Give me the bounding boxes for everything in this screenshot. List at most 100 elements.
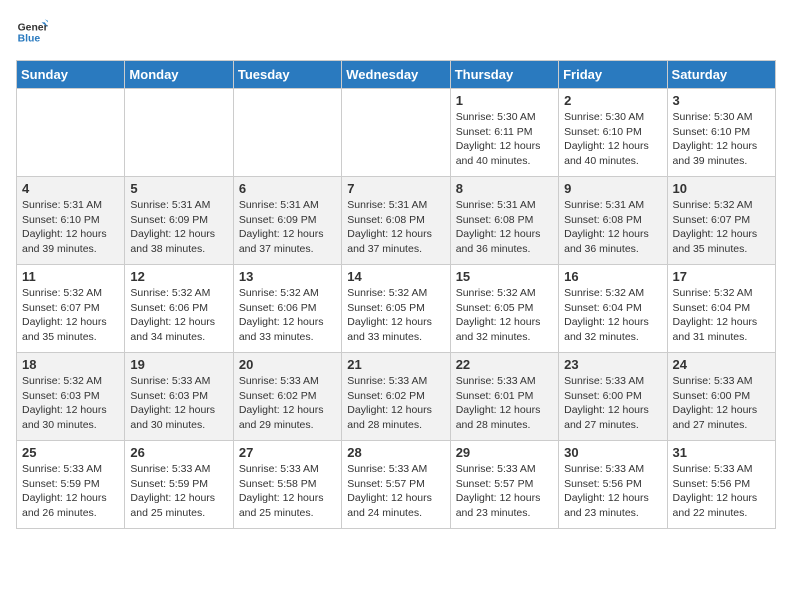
day-number: 8 xyxy=(456,181,553,196)
calendar-cell: 31 Sunrise: 5:33 AM Sunset: 5:56 PM Dayli… xyxy=(667,441,775,529)
day-number: 19 xyxy=(130,357,227,372)
cell-content: Sunrise: 5:32 AM Sunset: 6:04 PM Dayligh… xyxy=(673,286,770,345)
calendar-cell: 18 Sunrise: 5:32 AM Sunset: 6:03 PM Dayli… xyxy=(17,353,125,441)
calendar-cell: 21 Sunrise: 5:33 AM Sunset: 6:02 PM Dayli… xyxy=(342,353,450,441)
weekday-header: Monday xyxy=(125,61,233,89)
day-number: 17 xyxy=(673,269,770,284)
page-header: General Blue xyxy=(16,16,776,48)
day-number: 21 xyxy=(347,357,444,372)
calendar-cell: 15 Sunrise: 5:32 AM Sunset: 6:05 PM Dayli… xyxy=(450,265,558,353)
calendar-week-row: 11 Sunrise: 5:32 AM Sunset: 6:07 PM Dayli… xyxy=(17,265,776,353)
calendar-cell xyxy=(125,89,233,177)
calendar-cell: 11 Sunrise: 5:32 AM Sunset: 6:07 PM Dayli… xyxy=(17,265,125,353)
calendar-table: SundayMondayTuesdayWednesdayThursdayFrid… xyxy=(16,60,776,529)
calendar-cell xyxy=(233,89,341,177)
day-number: 10 xyxy=(673,181,770,196)
calendar-cell: 1 Sunrise: 5:30 AM Sunset: 6:11 PM Daylig… xyxy=(450,89,558,177)
day-number: 30 xyxy=(564,445,661,460)
day-number: 13 xyxy=(239,269,336,284)
calendar-cell: 8 Sunrise: 5:31 AM Sunset: 6:08 PM Daylig… xyxy=(450,177,558,265)
calendar-cell: 24 Sunrise: 5:33 AM Sunset: 6:00 PM Dayli… xyxy=(667,353,775,441)
day-number: 11 xyxy=(22,269,119,284)
calendar-cell: 3 Sunrise: 5:30 AM Sunset: 6:10 PM Daylig… xyxy=(667,89,775,177)
logo-icon: General Blue xyxy=(16,16,48,48)
calendar-cell: 16Sunrise: 5:32 AM Sunset: 6:04 PM Dayli… xyxy=(559,265,667,353)
cell-content: Sunrise: 5:33 AM Sunset: 6:03 PM Dayligh… xyxy=(130,374,227,433)
cell-content: Sunrise: 5:32 AM Sunset: 6:07 PM Dayligh… xyxy=(22,286,119,345)
day-number: 22 xyxy=(456,357,553,372)
weekday-header: Saturday xyxy=(667,61,775,89)
svg-text:General: General xyxy=(18,22,48,33)
calendar-cell xyxy=(17,89,125,177)
weekday-header: Sunday xyxy=(17,61,125,89)
cell-content: Sunrise: 5:30 AM Sunset: 6:10 PM Dayligh… xyxy=(673,110,770,169)
weekday-header: Thursday xyxy=(450,61,558,89)
calendar-cell: 2 Sunrise: 5:30 AM Sunset: 6:10 PM Daylig… xyxy=(559,89,667,177)
cell-content: Sunrise: 5:33 AM Sunset: 5:59 PM Dayligh… xyxy=(130,462,227,521)
day-number: 1 xyxy=(456,93,553,108)
logo: General Blue xyxy=(16,16,52,48)
day-number: 23 xyxy=(564,357,661,372)
cell-content: Sunrise: 5:32 AM Sunset: 6:05 PM Dayligh… xyxy=(347,286,444,345)
day-number: 14 xyxy=(347,269,444,284)
weekday-header: Tuesday xyxy=(233,61,341,89)
day-number: 27 xyxy=(239,445,336,460)
calendar-cell: 10Sunrise: 5:32 AM Sunset: 6:07 PM Dayli… xyxy=(667,177,775,265)
calendar-cell: 19 Sunrise: 5:33 AM Sunset: 6:03 PM Dayli… xyxy=(125,353,233,441)
day-number: 15 xyxy=(456,269,553,284)
day-number: 18 xyxy=(22,357,119,372)
day-number: 3 xyxy=(673,93,770,108)
day-number: 7 xyxy=(347,181,444,196)
cell-content: Sunrise: 5:33 AM Sunset: 5:59 PM Dayligh… xyxy=(22,462,119,521)
day-number: 2 xyxy=(564,93,661,108)
day-number: 6 xyxy=(239,181,336,196)
calendar-week-row: 25Sunrise: 5:33 AM Sunset: 5:59 PM Dayli… xyxy=(17,441,776,529)
cell-content: Sunrise: 5:33 AM Sunset: 6:02 PM Dayligh… xyxy=(347,374,444,433)
weekday-header: Wednesday xyxy=(342,61,450,89)
calendar-cell: 20 Sunrise: 5:33 AM Sunset: 6:02 PM Dayli… xyxy=(233,353,341,441)
calendar-header: SundayMondayTuesdayWednesdayThursdayFrid… xyxy=(17,61,776,89)
day-number: 26 xyxy=(130,445,227,460)
calendar-cell: 4Sunrise: 5:31 AM Sunset: 6:10 PM Daylig… xyxy=(17,177,125,265)
cell-content: Sunrise: 5:32 AM Sunset: 6:05 PM Dayligh… xyxy=(456,286,553,345)
cell-content: Sunrise: 5:32 AM Sunset: 6:06 PM Dayligh… xyxy=(239,286,336,345)
cell-content: Sunrise: 5:30 AM Sunset: 6:10 PM Dayligh… xyxy=(564,110,661,169)
day-number: 31 xyxy=(673,445,770,460)
calendar-week-row: 1 Sunrise: 5:30 AM Sunset: 6:11 PM Daylig… xyxy=(17,89,776,177)
cell-content: Sunrise: 5:31 AM Sunset: 6:08 PM Dayligh… xyxy=(564,198,661,257)
calendar-cell: 13 Sunrise: 5:32 AM Sunset: 6:06 PM Dayli… xyxy=(233,265,341,353)
day-number: 28 xyxy=(347,445,444,460)
cell-content: Sunrise: 5:33 AM Sunset: 6:02 PM Dayligh… xyxy=(239,374,336,433)
cell-content: Sunrise: 5:33 AM Sunset: 6:00 PM Dayligh… xyxy=(673,374,770,433)
cell-content: Sunrise: 5:33 AM Sunset: 5:57 PM Dayligh… xyxy=(347,462,444,521)
day-number: 9 xyxy=(564,181,661,196)
calendar-week-row: 18 Sunrise: 5:32 AM Sunset: 6:03 PM Dayli… xyxy=(17,353,776,441)
calendar-cell: 30Sunrise: 5:33 AM Sunset: 5:56 PM Dayli… xyxy=(559,441,667,529)
calendar-cell: 9 Sunrise: 5:31 AM Sunset: 6:08 PM Daylig… xyxy=(559,177,667,265)
cell-content: Sunrise: 5:31 AM Sunset: 6:08 PM Dayligh… xyxy=(347,198,444,257)
cell-content: Sunrise: 5:31 AM Sunset: 6:09 PM Dayligh… xyxy=(130,198,227,257)
calendar-cell: 22 Sunrise: 5:33 AM Sunset: 6:01 PM Dayli… xyxy=(450,353,558,441)
calendar-cell: 23 Sunrise: 5:33 AM Sunset: 6:00 PM Dayli… xyxy=(559,353,667,441)
calendar-cell: 6Sunrise: 5:31 AM Sunset: 6:09 PM Daylig… xyxy=(233,177,341,265)
cell-content: Sunrise: 5:33 AM Sunset: 5:56 PM Dayligh… xyxy=(673,462,770,521)
calendar-cell: 29Sunrise: 5:33 AM Sunset: 5:57 PM Dayli… xyxy=(450,441,558,529)
calendar-cell: 26 Sunrise: 5:33 AM Sunset: 5:59 PM Dayli… xyxy=(125,441,233,529)
cell-content: Sunrise: 5:33 AM Sunset: 6:00 PM Dayligh… xyxy=(564,374,661,433)
day-number: 4 xyxy=(22,181,119,196)
cell-content: Sunrise: 5:31 AM Sunset: 6:08 PM Dayligh… xyxy=(456,198,553,257)
cell-content: Sunrise: 5:32 AM Sunset: 6:03 PM Dayligh… xyxy=(22,374,119,433)
cell-content: Sunrise: 5:30 AM Sunset: 6:11 PM Dayligh… xyxy=(456,110,553,169)
calendar-week-row: 4Sunrise: 5:31 AM Sunset: 6:10 PM Daylig… xyxy=(17,177,776,265)
cell-content: Sunrise: 5:32 AM Sunset: 6:04 PM Dayligh… xyxy=(564,286,661,345)
day-number: 24 xyxy=(673,357,770,372)
cell-content: Sunrise: 5:33 AM Sunset: 6:01 PM Dayligh… xyxy=(456,374,553,433)
calendar-cell: 28 Sunrise: 5:33 AM Sunset: 5:57 PM Dayli… xyxy=(342,441,450,529)
cell-content: Sunrise: 5:33 AM Sunset: 5:58 PM Dayligh… xyxy=(239,462,336,521)
day-number: 29 xyxy=(456,445,553,460)
calendar-cell: 7 Sunrise: 5:31 AM Sunset: 6:08 PM Daylig… xyxy=(342,177,450,265)
calendar-cell: 12Sunrise: 5:32 AM Sunset: 6:06 PM Dayli… xyxy=(125,265,233,353)
day-number: 5 xyxy=(130,181,227,196)
calendar-body: 1 Sunrise: 5:30 AM Sunset: 6:11 PM Daylig… xyxy=(17,89,776,529)
day-number: 20 xyxy=(239,357,336,372)
